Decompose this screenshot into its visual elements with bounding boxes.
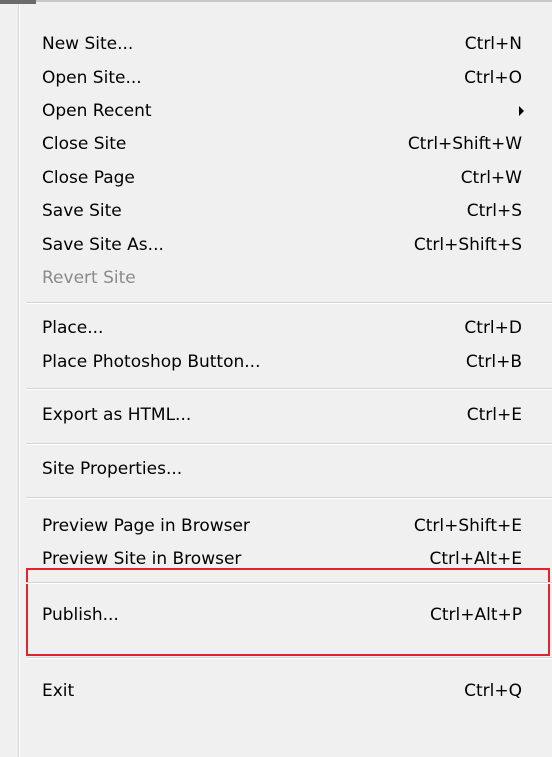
menu-item-label: New Site... [42,33,134,54]
menu-item-label: Close Page [42,167,135,188]
menu-item-site-properties[interactable]: Site Properties... [26,452,536,485]
menu-gutter-divider-highlight [19,4,20,757]
menu-item-place[interactable]: Place... Ctrl+D [26,311,536,344]
menu-item-label: Publish... [42,604,119,625]
submenu-arrow-icon [519,105,524,116]
menu-item-shortcut: Ctrl+Shift+E [413,515,522,536]
menu-item-shortcut: Ctrl+Alt+E [429,548,523,569]
menu-item-new-site[interactable]: New Site... Ctrl+N [26,27,536,60]
menu-item-shortcut: Ctrl+B [465,351,522,372]
menu-item-export-as-html[interactable]: Export as HTML... Ctrl+E [26,398,536,431]
menu-item-place-photoshop-button[interactable]: Place Photoshop Button... Ctrl+B [26,345,536,378]
menu-item-label: Save Site [42,200,122,221]
file-menu: New Site... Ctrl+N Open Site... Ctrl+O O… [0,0,552,757]
menu-separator [26,657,552,659]
menu-item-shortcut: Ctrl+Alt+P [429,604,522,625]
menu-item-shortcut: Ctrl+O [464,67,522,88]
menu-separator [26,302,552,304]
menu-item-shortcut: Ctrl+W [460,167,522,188]
menu-item-label: Revert Site [42,267,136,288]
menu-item-label: Open Recent [42,100,152,121]
menu-item-save-site-as[interactable]: Save Site As... Ctrl+Shift+S [26,228,536,261]
menu-item-shortcut: Ctrl+S [466,200,522,221]
menu-item-revert-site: Revert Site [26,261,536,294]
menu-item-shortcut: Ctrl+N [464,33,522,54]
menu-separator [26,443,552,445]
menu-item-preview-site-in-browser[interactable]: Preview Site in Browser Ctrl+Alt+E [26,542,536,575]
menu-item-label: Place... [42,317,104,338]
menu-item-label: Close Site [42,133,127,154]
menu-item-label: Save Site As... [42,234,164,255]
menu-separator [26,497,552,499]
menu-item-open-recent[interactable]: Open Recent [26,94,536,127]
menu-item-label: Preview Site in Browser [42,548,242,569]
menu-item-preview-page-in-browser[interactable]: Preview Page in Browser Ctrl+Shift+E [26,509,536,542]
menu-item-close-site[interactable]: Close Site Ctrl+Shift+W [26,127,536,160]
menu-item-open-site[interactable]: Open Site... Ctrl+O [26,61,536,94]
menu-item-label: Export as HTML... [42,404,192,425]
menu-item-label: Site Properties... [42,458,183,479]
menu-item-shortcut: Ctrl+Q [464,680,522,701]
menu-separator [26,582,552,584]
menu-item-shortcut: Ctrl+Shift+S [413,234,522,255]
menu-item-shortcut: Ctrl+E [466,404,522,425]
menu-separator [26,388,552,390]
menu-item-shortcut: Ctrl+D [464,317,522,338]
menu-item-label: Place Photoshop Button... [42,351,261,372]
menu-item-label: Preview Page in Browser [42,515,250,536]
menu-item-exit[interactable]: Exit Ctrl+Q [26,674,536,707]
menu-item-close-page[interactable]: Close Page Ctrl+W [26,161,536,194]
menu-item-shortcut: Ctrl+Shift+W [407,133,522,154]
menu-item-publish[interactable]: Publish... Ctrl+Alt+P [26,598,536,631]
menu-item-save-site[interactable]: Save Site Ctrl+S [26,194,536,227]
menu-item-label: Exit [42,680,75,701]
menu-item-label: Open Site... [42,67,142,88]
